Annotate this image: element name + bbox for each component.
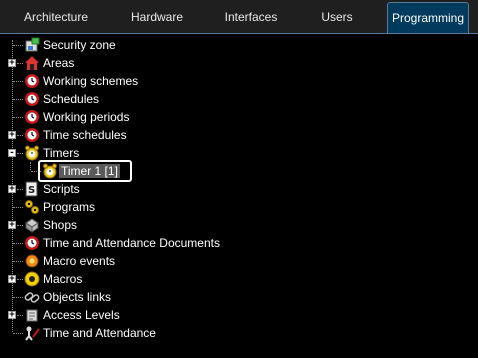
tree-item-label: Macro events [43, 254, 116, 268]
tree-item-objects-links[interactable]: Objects links [0, 288, 478, 306]
macro-event-icon [24, 253, 40, 269]
security-zone-icon [24, 37, 40, 53]
tree-item-scripts[interactable]: + S Scripts [0, 180, 478, 198]
red-clock-icon [24, 109, 40, 125]
tree-item-label: Access Levels [43, 308, 120, 322]
shop-icon [24, 217, 40, 233]
expand-button[interactable]: + [8, 311, 16, 320]
tree-item-label: Objects links [43, 290, 112, 304]
program-icon [24, 199, 40, 215]
tab-interfaces[interactable]: Interfaces [204, 2, 298, 34]
attendance-icon [24, 325, 40, 341]
link-icon [24, 289, 40, 305]
tab-programming[interactable]: Programming [387, 2, 469, 34]
selection-highlight-box [38, 160, 132, 182]
tree-item-label: Time and Attendance [43, 326, 156, 340]
tree-item-label: Macros [43, 272, 83, 286]
expand-button[interactable]: + [8, 221, 16, 230]
tree-item-working-periods[interactable]: Working periods [0, 108, 478, 126]
script-icon: S [24, 181, 40, 197]
red-clock-icon [24, 91, 40, 107]
tree-item-macros[interactable]: + Macros [0, 270, 478, 288]
red-clock-icon [24, 235, 40, 251]
tree-item-label: Time and Attendance Documents [43, 236, 220, 250]
red-clock-icon [24, 73, 40, 89]
expand-button[interactable]: + [8, 275, 16, 284]
tree-item-label: Security zone [43, 38, 116, 52]
area-house-icon [24, 55, 40, 71]
tree-item-label: Programs [43, 200, 96, 214]
tree-item-security-zone[interactable]: Security zone [0, 36, 478, 54]
tree-item-label: Working schemes [43, 74, 139, 88]
tree-item-label: Shops [43, 218, 78, 232]
tree-item-time-schedules[interactable]: + Time schedules [0, 126, 478, 144]
tree-item-time-attendance-documents[interactable]: Time and Attendance Documents [0, 234, 478, 252]
tree-item-shops[interactable]: + Shops [0, 216, 478, 234]
tab-bar: Architecture Hardware Interfaces Users P… [0, 0, 478, 34]
tree-item-label: Areas [43, 56, 75, 70]
tree-item-label: Working periods [43, 110, 130, 124]
tree-item-schedules[interactable]: Schedules [0, 90, 478, 108]
tab-users[interactable]: Users [298, 2, 376, 34]
tree-item-macro-events[interactable]: Macro events [0, 252, 478, 270]
tree-item-access-levels[interactable]: + Access Levels [0, 306, 478, 324]
expand-button[interactable]: + [8, 59, 16, 68]
svg-text:S: S [28, 185, 35, 196]
red-clock-icon [24, 127, 40, 143]
expand-button[interactable]: + [8, 131, 16, 140]
tab-hardware[interactable]: Hardware [110, 2, 204, 34]
expand-button[interactable]: + [8, 185, 16, 194]
macro-icon [24, 271, 40, 287]
collapse-button[interactable]: - [8, 149, 16, 158]
tab-architecture[interactable]: Architecture [4, 2, 108, 34]
tree-item-label: Timers [43, 146, 80, 160]
alarm-clock-icon [24, 145, 40, 161]
tree-item-programs[interactable]: Programs [0, 198, 478, 216]
tree-item-areas[interactable]: + Areas [0, 54, 478, 72]
tree-item-label: Time schedules [43, 128, 127, 142]
tree-item-label: Schedules [43, 92, 100, 106]
access-level-icon [24, 307, 40, 323]
tree-item-working-schemes[interactable]: Working schemes [0, 72, 478, 90]
tree-item-label: Scripts [43, 182, 80, 196]
tree-item-time-and-attendance[interactable]: Time and Attendance [0, 324, 478, 342]
